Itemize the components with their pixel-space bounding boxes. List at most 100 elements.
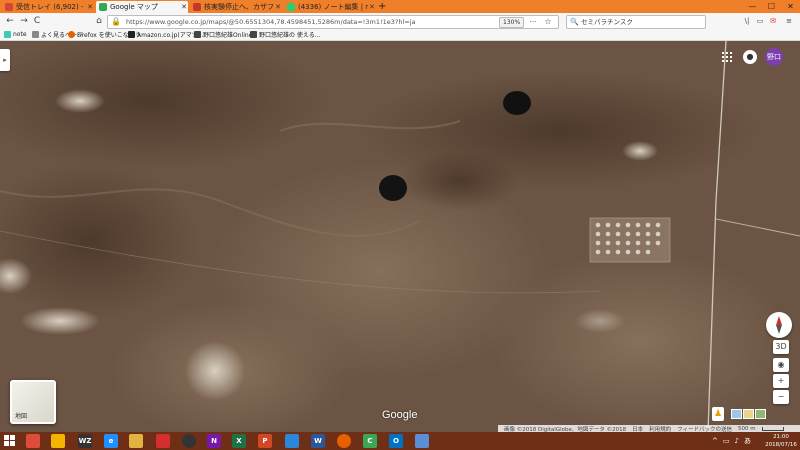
close-icon[interactable]: ✕ bbox=[86, 3, 94, 11]
note-icon bbox=[4, 31, 11, 38]
search-box[interactable]: 🔍 セミパラチンスク bbox=[566, 15, 706, 29]
window-controls: — ☐ ✕ bbox=[743, 0, 800, 13]
sidebar-icon[interactable]: ▭ bbox=[755, 16, 765, 26]
home-button[interactable]: ⌂ bbox=[93, 15, 105, 27]
acrobat-icon[interactable] bbox=[156, 434, 170, 448]
app-icon[interactable] bbox=[285, 434, 299, 448]
reload-button[interactable]: C bbox=[31, 15, 43, 27]
menu-icon[interactable]: ≡ bbox=[784, 16, 794, 26]
bookmark-noguchi-online[interactable]: 野口悠紀雄Online bbox=[194, 30, 252, 39]
tray-expand-icon[interactable]: ^ bbox=[712, 437, 718, 445]
tab-label: 受信トレイ (6,902) - yukionc bbox=[16, 3, 86, 11]
library-icon[interactable]: \| bbox=[742, 16, 752, 26]
minimize-button[interactable]: — bbox=[743, 0, 762, 13]
tab-label: 核実験停止へ、カザフの挑戦： bbox=[204, 3, 274, 11]
account-avatar[interactable]: 野口 bbox=[765, 48, 783, 66]
layer-thumb-2[interactable] bbox=[743, 409, 754, 419]
mail-icon[interactable]: ✉ bbox=[768, 16, 778, 26]
app-icon[interactable]: C bbox=[363, 434, 377, 448]
tab-article[interactable]: 核実験停止へ、カザフの挑戦： ✕ bbox=[190, 1, 282, 13]
tab-label: Google マップ bbox=[110, 3, 158, 11]
excel-icon[interactable]: X bbox=[232, 434, 246, 448]
map-type-toggle[interactable]: 地図 bbox=[10, 380, 56, 424]
my-location-icon[interactable]: ◉ bbox=[773, 358, 789, 372]
imagery-thumbnails[interactable] bbox=[731, 409, 766, 419]
app-icon[interactable] bbox=[182, 434, 196, 448]
search-icon: 🔍 bbox=[570, 18, 579, 26]
bookmark-star-icon[interactable]: ☆ bbox=[543, 16, 553, 28]
maps-icon bbox=[99, 3, 107, 11]
google-logo: Google bbox=[382, 409, 418, 421]
amazon-icon bbox=[128, 31, 135, 38]
word-icon[interactable]: W bbox=[311, 434, 325, 448]
maximize-button[interactable]: ☐ bbox=[762, 0, 781, 13]
wz-editor-icon[interactable]: WZ bbox=[78, 434, 92, 448]
clock-time: 21:00 bbox=[773, 434, 789, 440]
powerpoint-icon[interactable]: P bbox=[258, 434, 272, 448]
app-icon[interactable] bbox=[51, 434, 65, 448]
site-icon bbox=[193, 3, 201, 11]
gear-icon bbox=[32, 31, 39, 38]
battery-icon[interactable]: ▭ bbox=[723, 437, 730, 445]
tab-note[interactable]: (4336) ノート編集 | note ✕ bbox=[284, 1, 376, 13]
zoom-level-badge[interactable]: 130% bbox=[499, 17, 525, 28]
taskbar-clock[interactable]: 21:00 2018/07/16 bbox=[763, 433, 799, 449]
note-icon bbox=[287, 3, 295, 11]
bookmark-label: 野口悠紀雄の 使える... bbox=[259, 32, 321, 39]
back-button[interactable]: ← bbox=[4, 15, 16, 27]
lock-icon[interactable]: 🔒 bbox=[111, 17, 121, 27]
system-tray: ^ ▭ ♪ あ bbox=[712, 432, 756, 450]
tilt-3d-button[interactable]: 3D bbox=[773, 340, 789, 354]
outlook-icon[interactable]: O bbox=[389, 434, 403, 448]
zoom-in-button[interactable]: + bbox=[773, 374, 789, 388]
firefox-icon bbox=[68, 31, 75, 38]
zoom-out-button[interactable]: − bbox=[773, 390, 789, 404]
chrome-icon[interactable] bbox=[26, 434, 40, 448]
close-icon[interactable]: ✕ bbox=[368, 3, 376, 11]
apps-grid-icon[interactable] bbox=[722, 52, 732, 62]
search-input[interactable]: セミパラチンスク bbox=[581, 16, 633, 28]
bookmark-label: note bbox=[13, 31, 27, 38]
bookmark-note[interactable]: note bbox=[4, 30, 27, 39]
compass-icon[interactable] bbox=[766, 312, 792, 338]
ime-icon[interactable]: あ bbox=[744, 436, 751, 446]
satellite-imagery[interactable] bbox=[0, 41, 800, 432]
tab-label: (4336) ノート編集 | note bbox=[298, 3, 368, 11]
compass-needle bbox=[776, 316, 782, 334]
side-panel-toggle[interactable]: ▸ bbox=[0, 49, 10, 71]
page-icon bbox=[194, 31, 201, 38]
map-type-label: 地図 bbox=[15, 413, 28, 420]
file-explorer-icon[interactable] bbox=[129, 434, 143, 448]
forward-button[interactable]: → bbox=[18, 15, 30, 27]
windows-taskbar: WZ e N X P W C O ^ ▭ ♪ あ 21:00 2018/07/1… bbox=[0, 432, 800, 450]
url-text[interactable]: https://www.google.co.jp/maps/@50.655130… bbox=[126, 16, 416, 28]
bookmark-amazon[interactable]: Amazon.co.jp(アマゾ... bbox=[128, 30, 203, 39]
new-tab-button[interactable]: + bbox=[378, 0, 388, 13]
tab-google-maps[interactable]: Google マップ ✕ bbox=[96, 1, 188, 13]
bookmark-noguchi-tsukaeru[interactable]: 野口悠紀雄の 使える... bbox=[250, 30, 320, 39]
tab-gmail[interactable]: 受信トレイ (6,902) - yukionc ✕ bbox=[2, 1, 94, 13]
bookmark-label: 野口悠紀雄Online bbox=[203, 32, 253, 39]
clock-date: 2018/07/16 bbox=[765, 442, 797, 448]
onenote-icon[interactable]: N bbox=[207, 434, 221, 448]
navigation-bar: ← → C ⌂ 🔒 https://www.google.co.jp/maps/… bbox=[0, 13, 800, 29]
bookmarks-bar: note よく見るページ Firefox を使いこなそう Amazon.co.j… bbox=[0, 29, 800, 41]
screen: 受信トレイ (6,902) - yukionc ✕ Google マップ ✕ 核… bbox=[0, 0, 800, 450]
close-icon[interactable]: ✕ bbox=[180, 3, 188, 11]
app-icon[interactable] bbox=[415, 434, 429, 448]
window-close-button[interactable]: ✕ bbox=[781, 0, 800, 13]
layer-thumb-3[interactable] bbox=[755, 409, 766, 419]
windows-start-icon[interactable] bbox=[4, 435, 15, 446]
close-icon[interactable]: ✕ bbox=[274, 3, 282, 11]
page-actions-button[interactable]: ··· bbox=[528, 16, 538, 28]
edge-icon[interactable]: e bbox=[104, 434, 118, 448]
volume-icon[interactable]: ♪ bbox=[735, 437, 739, 445]
page-icon bbox=[250, 31, 257, 38]
layer-thumb-1[interactable] bbox=[731, 409, 742, 419]
address-bar[interactable]: 🔒 https://www.google.co.jp/maps/@50.6551… bbox=[107, 15, 559, 29]
scale-bar[interactable] bbox=[761, 427, 784, 431]
satellite-map[interactable]: ▸ bbox=[0, 41, 800, 432]
firefox-icon[interactable] bbox=[337, 434, 351, 448]
pegman-icon[interactable]: ♟ bbox=[712, 407, 724, 421]
notifications-icon[interactable]: ● bbox=[743, 50, 757, 64]
